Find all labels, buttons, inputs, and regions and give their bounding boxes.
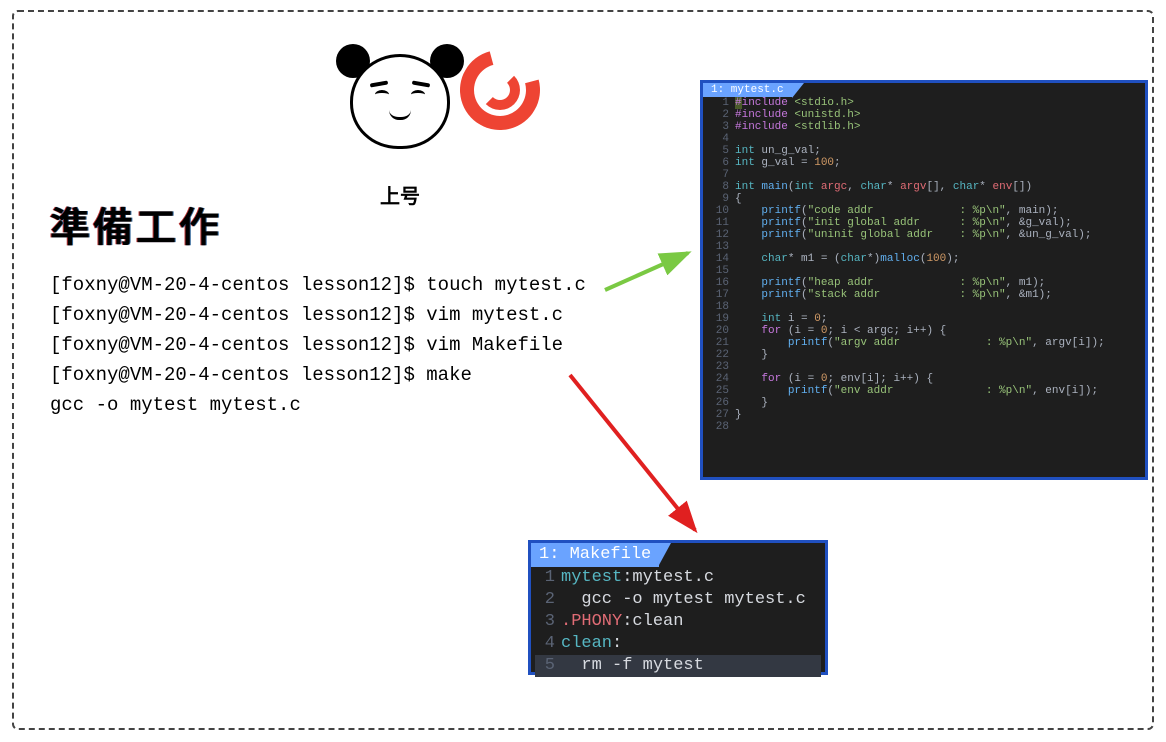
code-line: 26 }: [707, 397, 1141, 409]
code-line: 4: [707, 133, 1141, 145]
editor-tab: 1: Makefile: [531, 543, 659, 567]
code-line: 16 printf("heap addr : %p\n", m1);: [707, 277, 1141, 289]
terminal-line: [foxny@VM-20-4-centos lesson12]$ vim Mak…: [50, 330, 586, 360]
terminal-line: [foxny@VM-20-4-centos lesson12]$ vim myt…: [50, 300, 586, 330]
code-line: 25 printf("env addr : %p\n", env[i]);: [707, 385, 1141, 397]
panda-meme: 上号: [320, 50, 480, 230]
green-arrow: [600, 245, 700, 295]
code-line: 24 for (i = 0; env[i]; i++) {: [707, 373, 1141, 385]
code-line: 28: [707, 421, 1141, 433]
code-body: 1mytest:mytest.c2 gcc -o mytest mytest.c…: [531, 567, 825, 681]
terminal-line: [foxny@VM-20-4-centos lesson12]$ make: [50, 360, 586, 390]
code-line: 14 char* m1 = (char*)malloc(100);: [707, 253, 1141, 265]
code-line: 11 printf("init global addr : %p\n", &g_…: [707, 217, 1141, 229]
panda-face: [340, 50, 460, 170]
code-line: 9{: [707, 193, 1141, 205]
code-line: 20 for (i = 0; i < argc; i++) {: [707, 325, 1141, 337]
code-line: 1mytest:mytest.c: [535, 567, 821, 589]
terminal-output: gcc -o mytest mytest.c: [50, 390, 586, 420]
code-line: 6int g_val = 100;: [707, 157, 1141, 169]
swirl-logo: [460, 50, 540, 130]
code-line: 5int un_g_val;: [707, 145, 1141, 157]
code-line: 8int main(int argc, char* argv[], char* …: [707, 181, 1141, 193]
code-line: 1#include <stdio.h>: [707, 97, 1141, 109]
code-line: 21 printf("argv addr : %p\n", argv[i]);: [707, 337, 1141, 349]
code-body: 1#include <stdio.h>2#include <unistd.h>3…: [703, 97, 1145, 437]
terminal-line: [foxny@VM-20-4-centos lesson12]$ touch m…: [50, 270, 586, 300]
code-line: 13: [707, 241, 1141, 253]
code-line: 23: [707, 361, 1141, 373]
code-line: 27}: [707, 409, 1141, 421]
code-line: 2#include <unistd.h>: [707, 109, 1141, 121]
code-line: 12 printf("uninit global addr : %p\n", &…: [707, 229, 1141, 241]
code-panel-mytest: 1: mytest.c 1#include <stdio.h>2#include…: [700, 80, 1148, 480]
code-line: 15: [707, 265, 1141, 277]
editor-tab: 1: mytest.c: [703, 83, 792, 97]
code-line: 3#include <stdlib.h>: [707, 121, 1141, 133]
code-line: 10 printf("code addr : %p\n", main);: [707, 205, 1141, 217]
code-line: 18: [707, 301, 1141, 313]
code-panel-makefile: 1: Makefile 1mytest:mytest.c2 gcc -o myt…: [528, 540, 828, 675]
heading: 準備工作: [50, 195, 222, 253]
code-line: 17 printf("stack addr : %p\n", &m1);: [707, 289, 1141, 301]
code-line: 2 gcc -o mytest mytest.c: [535, 589, 821, 611]
code-line: 3.PHONY:clean: [535, 611, 821, 633]
code-line: 7: [707, 169, 1141, 181]
red-arrow: [560, 370, 710, 540]
panda-caption: 上号: [320, 180, 480, 209]
code-line: 22 }: [707, 349, 1141, 361]
code-line: 5 rm -f mytest: [535, 655, 821, 677]
terminal-block: [foxny@VM-20-4-centos lesson12]$ touch m…: [50, 270, 586, 420]
code-line: 19 int i = 0;: [707, 313, 1141, 325]
code-line: 4clean:: [535, 633, 821, 655]
